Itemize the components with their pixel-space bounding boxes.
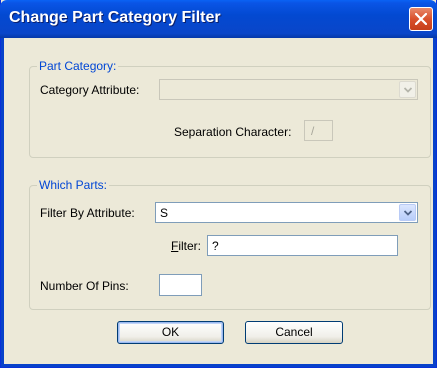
filter-by-attribute-combo[interactable]: S [155,202,418,223]
category-attribute-combo[interactable] [159,79,418,100]
filter-by-attribute-label: Filter By Attribute: [40,206,135,220]
close-icon [415,13,427,25]
filter-by-attribute-value: S [160,206,169,220]
filter-by-attribute-dropdown-button[interactable] [399,204,416,221]
window-border-right [433,38,436,367]
chevron-down-icon [404,210,412,216]
window-border-bottom [1,364,436,367]
window-title: Change Part Category Filter [9,9,221,26]
number-of-pins-input[interactable] [159,274,202,296]
filter-value: ? [212,239,219,253]
cancel-button[interactable]: Cancel [245,321,343,344]
filter-label: Filter: [171,239,202,253]
separation-character-input[interactable]: / [304,120,333,141]
ok-button[interactable]: OK [117,321,224,344]
filter-input[interactable]: ? [207,235,398,256]
separation-character-label: Separation Character: [174,125,292,139]
close-button[interactable] [409,7,433,31]
category-attribute-label: Category Attribute: [40,83,140,97]
dialog-window: Change Part Category Filter Part Categor… [0,0,437,368]
number-of-pins-label: Number Of Pins: [40,279,129,293]
separation-character-value: / [311,124,315,138]
category-attribute-dropdown-button[interactable] [399,81,416,98]
window-border-left [1,38,4,367]
part-category-legend: Part Category: [37,59,119,73]
which-parts-legend: Which Parts: [37,178,110,192]
chevron-down-icon [404,87,412,93]
title-bar[interactable]: Change Part Category Filter [0,0,437,38]
